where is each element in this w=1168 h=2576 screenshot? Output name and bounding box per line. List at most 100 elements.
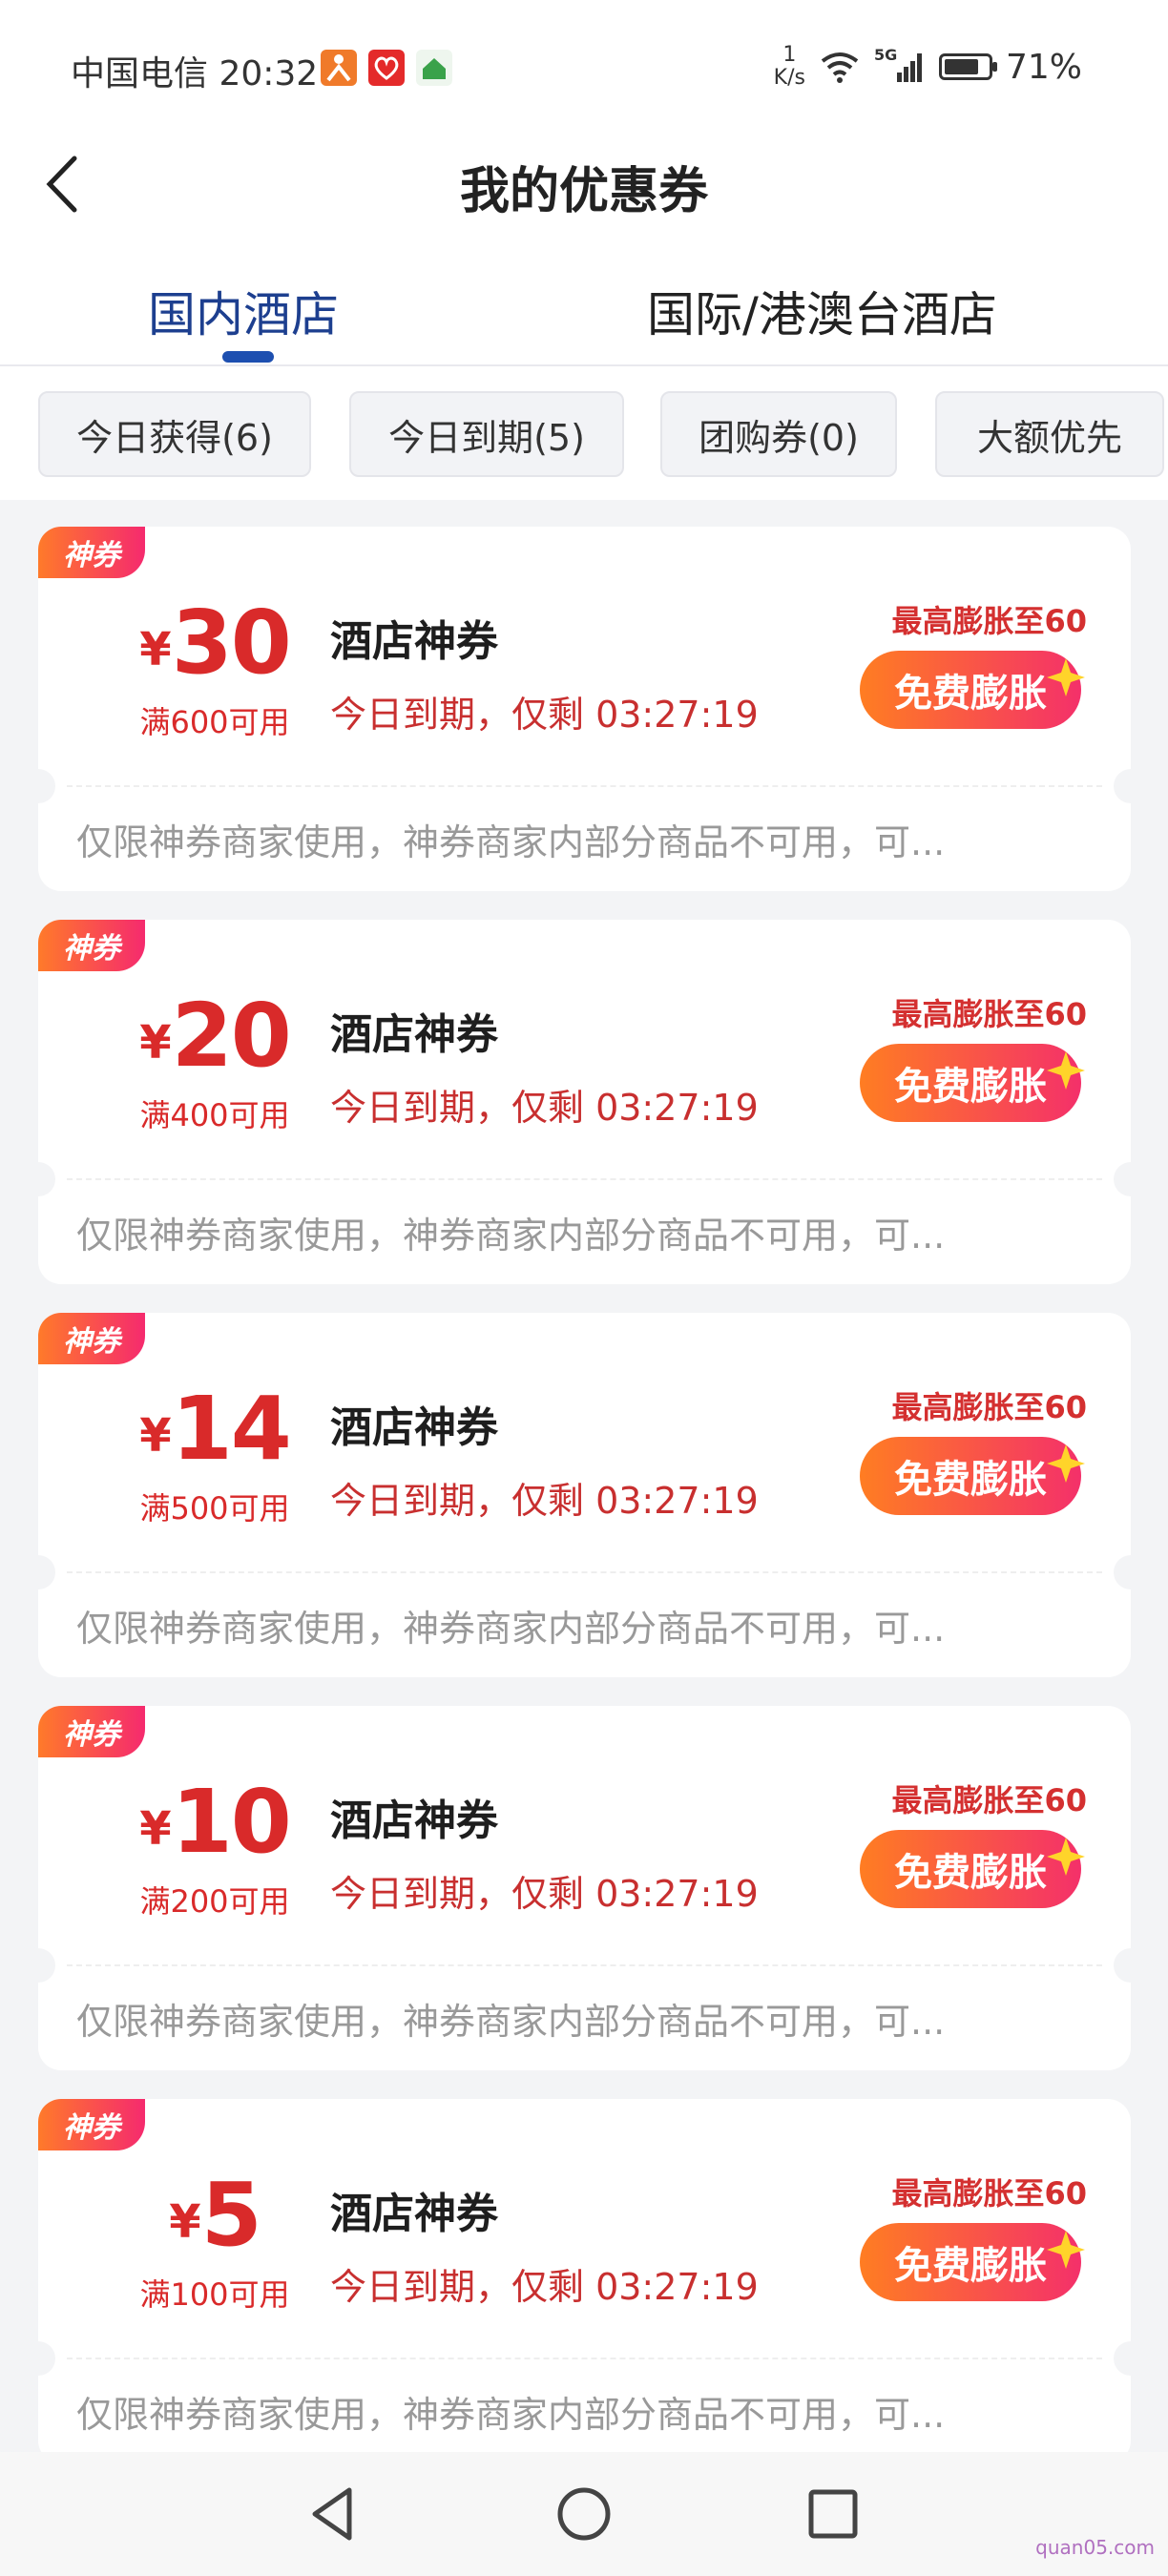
coupon-value: 5 <box>200 2164 262 2266</box>
coupon-description[interactable]: 仅限神券商家使用，神券商家内部分商品不可用，可... <box>76 1206 945 1258</box>
notification-icons <box>321 50 452 86</box>
battery-icon <box>938 53 997 80</box>
page-title: 我的优惠券 <box>459 163 708 220</box>
coupon-title: 酒店神券 <box>330 2190 498 2238</box>
currency-symbol: ¥ <box>169 2195 201 2249</box>
coupon-description[interactable]: 仅限神券商家使用，神券商家内部分商品不可用，可... <box>76 2385 945 2438</box>
ticket-notch <box>1114 1555 1148 1589</box>
coupon-condition: 满400可用 <box>139 1097 290 1133</box>
filter-today-expiring[interactable]: 今日到期(5) <box>349 391 624 477</box>
coupon-title: 酒店神券 <box>330 1403 498 1452</box>
signal-icon: 5G <box>874 46 926 84</box>
coupon-condition: 满100可用 <box>139 2276 290 2313</box>
coupon-card[interactable]: 神券 ¥30 满600可用 酒店神券 今日到期，仅剩 03:27:19 最高膨胀… <box>21 527 1148 891</box>
max-inflate-note: 最高膨胀至60 <box>891 603 1087 639</box>
max-inflate-note: 最高膨胀至60 <box>891 996 1087 1032</box>
currency-symbol: ¥ <box>139 1409 172 1463</box>
sparkle-icon <box>1047 1051 1085 1090</box>
app-house-icon <box>416 50 452 86</box>
watermark: quan05.com <box>1035 2536 1155 2559</box>
ticket-notch <box>1114 1162 1148 1196</box>
carrier-time: 中国电信 20:32 <box>71 54 319 93</box>
coupon-condition: 满600可用 <box>139 704 290 740</box>
ticket-notch <box>21 1162 55 1196</box>
nav-back-button[interactable] <box>296 2481 372 2547</box>
coupon-amount: ¥30 <box>67 592 363 694</box>
nav-recents-button[interactable] <box>794 2481 870 2547</box>
coupon-tag: 神券 <box>38 1706 145 1757</box>
tab-international-hotel[interactable]: 国际/港澳台酒店 <box>647 277 997 345</box>
ticket-divider <box>67 2358 1102 2359</box>
coupon-tag: 神券 <box>38 2099 145 2150</box>
coupon-tag: 神券 <box>38 920 145 971</box>
wifi-icon <box>821 52 859 83</box>
free-inflate-button[interactable]: 免费膨胀 <box>860 1044 1085 1122</box>
sparkle-icon <box>1047 658 1085 696</box>
tab-divider <box>0 364 1168 366</box>
free-inflate-button[interactable]: 免费膨胀 <box>860 1437 1085 1515</box>
app-figure-icon <box>321 50 357 86</box>
coupon-amount: ¥5 <box>67 2164 363 2266</box>
ticket-divider <box>67 1964 1102 1966</box>
system-nav-bar: quan05.com <box>0 2452 1168 2576</box>
filter-large-amount-first[interactable]: 大额优先 <box>935 391 1164 477</box>
sparkle-icon <box>1047 1838 1085 1876</box>
ticket-divider <box>67 785 1102 787</box>
coupon-expire-countdown: 今日到期，仅剩 03:27:19 <box>330 2266 759 2308</box>
free-inflate-button[interactable]: 免费膨胀 <box>860 1830 1085 1908</box>
filter-group-buy[interactable]: 团购券(0) <box>660 391 897 477</box>
coupon-tag: 神券 <box>38 1313 145 1364</box>
free-inflate-button[interactable]: 免费膨胀 <box>860 651 1085 729</box>
coupon-title: 酒店神券 <box>330 617 498 666</box>
currency-symbol: ¥ <box>139 623 172 676</box>
free-inflate-button[interactable]: 免费膨胀 <box>860 2223 1085 2301</box>
max-inflate-note: 最高膨胀至60 <box>891 1389 1087 1425</box>
ticket-notch <box>21 2341 55 2376</box>
coupon-title: 酒店神券 <box>330 1010 498 1059</box>
coupon-card[interactable]: 神券 ¥10 满200可用 酒店神券 今日到期，仅剩 03:27:19 最高膨胀… <box>21 1706 1148 2070</box>
battery-percent: 71% <box>1005 47 1082 87</box>
sparkle-icon <box>1047 2231 1085 2269</box>
nav-home-icon <box>557 2487 611 2541</box>
coupon-expire-countdown: 今日到期，仅剩 03:27:19 <box>330 1873 759 1915</box>
coupon-amount: ¥20 <box>67 985 363 1087</box>
coupon-expire-countdown: 今日到期，仅剩 03:27:19 <box>330 1480 759 1522</box>
network-speed: 1 K/s <box>773 43 805 90</box>
ticket-notch <box>21 769 55 803</box>
coupon-description[interactable]: 仅限神券商家使用，神券商家内部分商品不可用，可... <box>76 1599 945 1652</box>
coupon-card[interactable]: 神券 ¥20 满400可用 酒店神券 今日到期，仅剩 03:27:19 最高膨胀… <box>21 920 1148 1284</box>
ticket-notch <box>1114 2341 1148 2376</box>
currency-symbol: ¥ <box>139 1802 172 1856</box>
coupon-card[interactable]: 神券 ¥14 满500可用 酒店神券 今日到期，仅剩 03:27:19 最高膨胀… <box>21 1313 1148 1677</box>
coupon-condition: 满500可用 <box>139 1490 290 1527</box>
app-heart-icon <box>368 50 405 86</box>
system-indicators: 1 K/s 5G 71% <box>774 44 1082 90</box>
status-bar: 中国电信 20:32 1 K/s 5G 71% <box>0 40 1168 97</box>
coupon-tag: 神券 <box>38 527 145 578</box>
nav-recents-icon <box>808 2489 858 2539</box>
max-inflate-note: 最高膨胀至60 <box>891 2175 1087 2212</box>
max-inflate-note: 最高膨胀至60 <box>891 1782 1087 1818</box>
ticket-divider <box>67 1571 1102 1573</box>
coupon-expire-countdown: 今日到期，仅剩 03:27:19 <box>330 694 759 736</box>
active-tab-indicator <box>222 351 274 363</box>
coupon-expire-countdown: 今日到期，仅剩 03:27:19 <box>330 1087 759 1129</box>
filter-today-obtained[interactable]: 今日获得(6) <box>38 391 311 477</box>
coupon-title: 酒店神券 <box>330 1797 498 1845</box>
coupon-condition: 满200可用 <box>139 1883 290 1920</box>
sparkle-icon <box>1047 1444 1085 1483</box>
ticket-notch <box>1114 769 1148 803</box>
coupon-card[interactable]: 神券 ¥5 满100可用 酒店神券 今日到期，仅剩 03:27:19 最高膨胀至… <box>21 2099 1148 2463</box>
coupon-value: 14 <box>171 1378 292 1480</box>
currency-symbol: ¥ <box>139 1016 172 1070</box>
nav-back-icon <box>312 2487 352 2541</box>
coupon-value: 30 <box>171 592 292 694</box>
tab-domestic-hotel[interactable]: 国内酒店 <box>148 277 339 345</box>
nav-home-button[interactable] <box>546 2481 622 2547</box>
coupon-value: 20 <box>171 985 292 1087</box>
coupon-amount: ¥10 <box>67 1771 363 1873</box>
coupon-description[interactable]: 仅限神券商家使用，神券商家内部分商品不可用，可... <box>76 813 945 865</box>
coupon-value: 10 <box>171 1771 292 1873</box>
ticket-notch <box>21 1948 55 1983</box>
coupon-description[interactable]: 仅限神券商家使用，神券商家内部分商品不可用，可... <box>76 1992 945 2045</box>
